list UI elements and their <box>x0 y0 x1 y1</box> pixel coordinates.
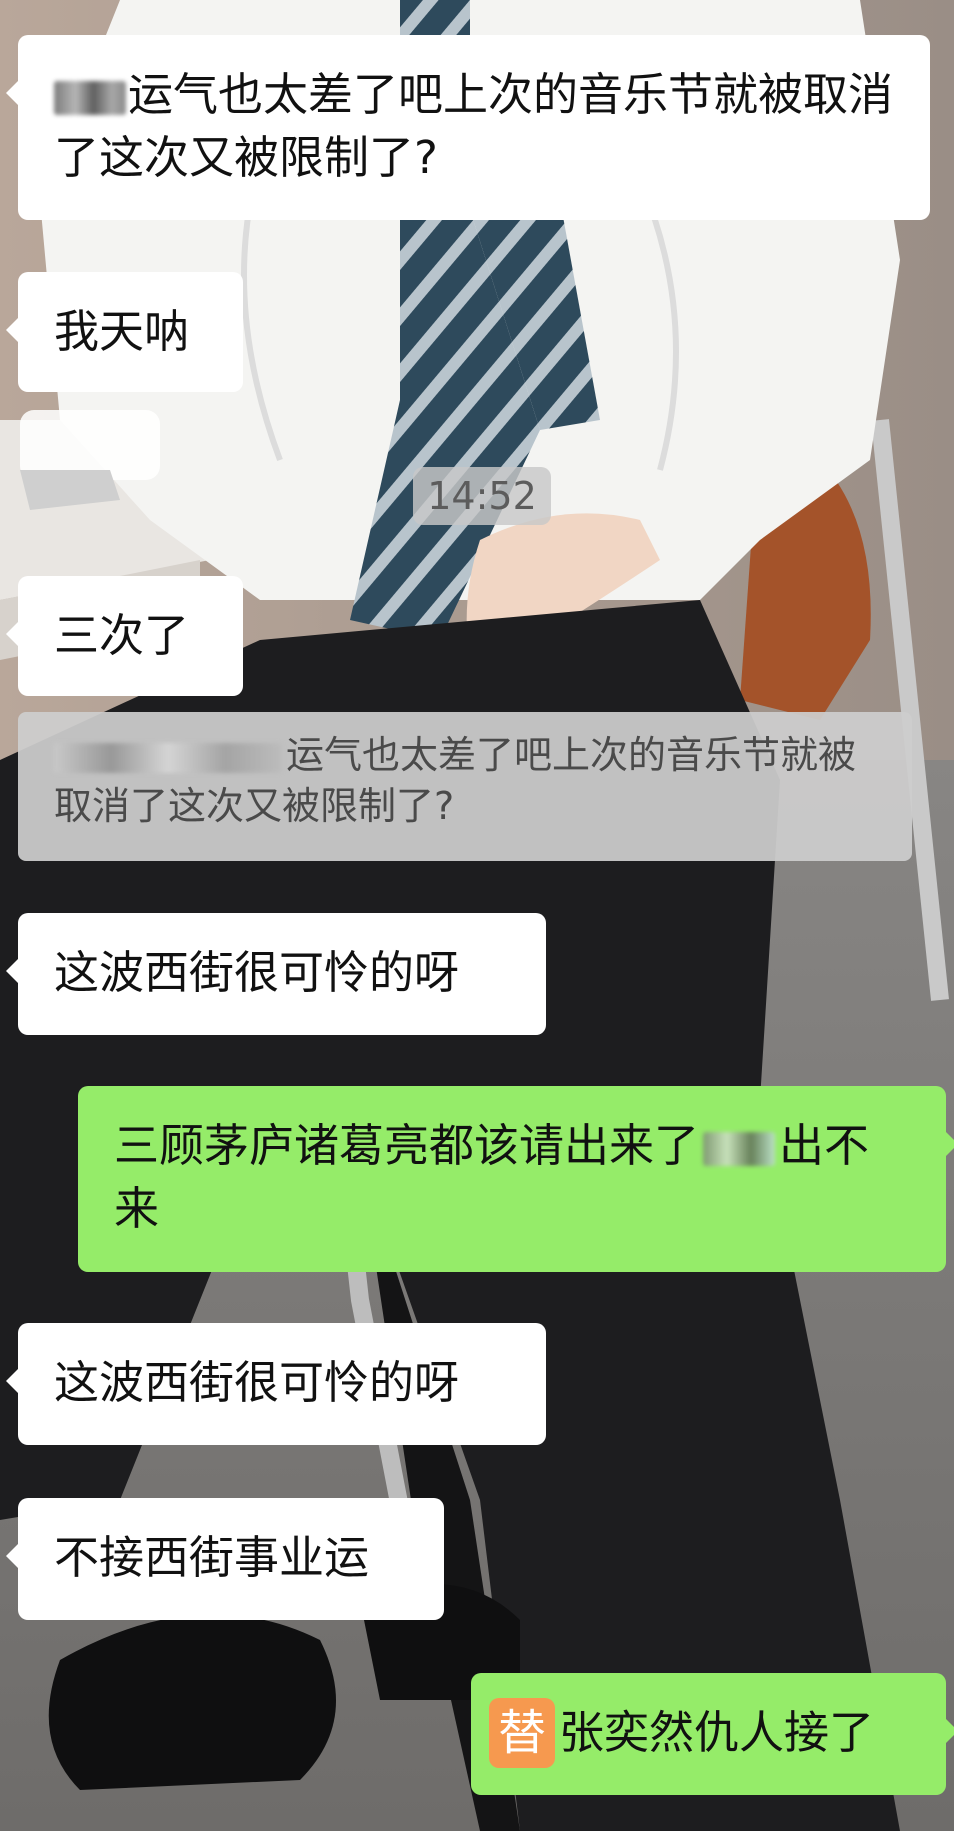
message-text: 三顾茅庐诸葛亮都该请出来了 <box>114 1119 700 1172</box>
message-text: 这波西街很可怜的呀 <box>54 1356 460 1409</box>
chat-thread: 运气也太差了吧上次的音乐节就被取消了这次又被限制了? 我天呐 14:52 三次了… <box>0 0 954 1831</box>
message-text: 运气也太差了吧上次的音乐节就被取消了这次又被限制了? <box>54 68 894 184</box>
redacted-name <box>54 742 282 773</box>
redacted-name <box>54 81 126 115</box>
substitute-badge-icon: 替 <box>489 1698 555 1768</box>
message-text: 张奕然仇人接了 <box>559 1706 875 1759</box>
message-bubble-outgoing[interactable]: 三顾茅庐诸葛亮都该请出来了 出不来 <box>78 1086 954 1272</box>
message-bubble-incoming[interactable]: 这波西街很可怜的呀 <box>6 913 546 1035</box>
message-bubble-incoming[interactable]: 三次了 <box>6 576 243 696</box>
message-bubble-incoming[interactable]: 这波西街很可怜的呀 <box>6 1323 546 1445</box>
message-bubble-outgoing[interactable]: 替张奕然仇人接了 <box>471 1673 954 1795</box>
message-bubble-incoming[interactable]: 运气也太差了吧上次的音乐节就被取消了这次又被限制了? <box>6 35 930 220</box>
message-bubble-incoming[interactable]: 我天呐 <box>6 272 243 392</box>
message-text: 不接西街事业运 <box>54 1531 370 1584</box>
timestamp-label: 14:52 <box>413 467 551 525</box>
message-text: 这波西街很可怜的呀 <box>54 946 460 999</box>
quoted-message[interactable]: 运气也太差了吧上次的音乐节就被取消了这次又被限制了? <box>18 712 912 861</box>
message-bubble-incoming[interactable]: 不接西街事业运 <box>6 1498 444 1620</box>
message-text: 我天呐 <box>54 305 190 358</box>
redacted-name <box>703 1132 776 1166</box>
message-text: 三次了 <box>54 609 190 662</box>
